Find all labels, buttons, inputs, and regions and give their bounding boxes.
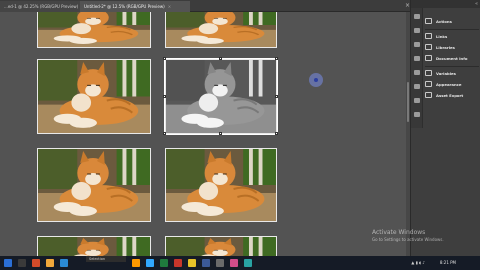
app-icon[interactable] <box>160 259 168 267</box>
start-icon[interactable] <box>4 259 12 267</box>
panel-header: « <box>411 0 480 8</box>
cat-photo[interactable] <box>165 236 277 256</box>
app-icon[interactable] <box>202 259 210 267</box>
cat-image <box>166 237 276 256</box>
app-icon[interactable] <box>60 259 68 267</box>
variables-icon <box>425 70 432 76</box>
tool-icon[interactable] <box>414 56 420 61</box>
document-tab-bar: ...ed-1 @ 42.25% (RGB/GPU Preview)× Unti… <box>0 0 410 12</box>
selection-handle[interactable] <box>275 57 278 60</box>
selection-handle[interactable] <box>163 95 166 98</box>
tab-label: Untitled-2* @ 12.5% (RGB/GPU Preview) <box>84 4 165 9</box>
search-icon[interactable] <box>18 259 26 267</box>
panel-item-actions[interactable]: Actions <box>425 16 480 26</box>
watermark-title: Activate Windows <box>372 229 426 236</box>
app-icon[interactable] <box>216 259 224 267</box>
right-panel-dock: « Actions Links Libraries Document Info … <box>410 0 480 256</box>
cat-photo[interactable] <box>37 59 151 134</box>
selection-handle[interactable] <box>163 57 166 60</box>
document-info-icon <box>425 55 432 61</box>
windows-taskbar: Selection ▲ ▮ ◖ ♪ 8:21 PM <box>0 256 480 270</box>
libraries-icon <box>425 44 432 50</box>
tool-icon[interactable] <box>414 98 420 103</box>
status-tool-indicator: Selection <box>86 256 126 262</box>
app-icon[interactable] <box>244 259 252 267</box>
panel-item-label: Libraries <box>436 44 455 50</box>
cat-photo-grayscale-selected[interactable] <box>164 58 278 135</box>
activate-windows-watermark: Activate Windows Go to Settings to activ… <box>372 229 444 242</box>
app-icon[interactable] <box>46 259 54 267</box>
appearance-icon <box>425 81 432 87</box>
divider <box>425 66 479 67</box>
panel-item-asset-export[interactable]: Asset Export <box>425 90 480 100</box>
cat-photo[interactable] <box>37 148 151 222</box>
scrollbar-thumb[interactable] <box>407 82 409 122</box>
asset-export-icon <box>425 92 432 98</box>
cat-photo[interactable] <box>165 12 277 48</box>
panel-item-label: Actions <box>436 18 452 24</box>
cat-photo[interactable] <box>37 12 151 48</box>
cat-image <box>38 237 150 256</box>
tool-icon[interactable] <box>414 84 420 89</box>
selection-handle[interactable] <box>219 132 222 135</box>
panel-item-appearance[interactable]: Appearance <box>425 79 480 89</box>
mouse-cursor-highlight <box>309 73 323 87</box>
tab-close-icon[interactable]: × <box>168 4 171 9</box>
actions-icon <box>425 18 432 24</box>
clock[interactable]: 8:21 PM <box>440 260 456 265</box>
system-tray[interactable]: ▲ ▮ ◖ ♪ <box>411 260 425 265</box>
tab-document-1[interactable]: ...ed-1 @ 42.25% (RGB/GPU Preview)× <box>0 1 80 12</box>
panel-item-label: Variables <box>436 70 456 76</box>
cat-image <box>166 60 276 133</box>
photoshop-icon[interactable] <box>146 259 154 267</box>
tab-document-2[interactable]: Untitled-2* @ 12.5% (RGB/GPU Preview) × <box>80 1 190 12</box>
cat-image <box>38 12 150 47</box>
panel-item-label: Links <box>436 33 448 39</box>
app-window: ...ed-1 @ 42.25% (RGB/GPU Preview)× Unti… <box>0 0 480 270</box>
tool-icon[interactable] <box>414 112 420 117</box>
selection-handle[interactable] <box>163 132 166 135</box>
tool-icon[interactable] <box>414 42 420 47</box>
tool-icon[interactable] <box>414 28 420 33</box>
app-icon[interactable] <box>174 259 182 267</box>
tool-icon[interactable] <box>414 14 420 19</box>
panel-item-links[interactable]: Links <box>425 31 480 41</box>
panel-item-libraries[interactable]: Libraries <box>425 42 480 52</box>
selection-handle[interactable] <box>275 132 278 135</box>
cat-image <box>166 12 276 47</box>
collapse-icon[interactable]: « <box>475 0 478 8</box>
tab-label: ...ed-1 @ 42.25% (RGB/GPU Preview) <box>4 4 79 9</box>
panel-item-label: Asset Export <box>436 92 464 98</box>
selection-handle[interactable] <box>275 95 278 98</box>
links-icon <box>425 33 432 39</box>
panel-item-label: Appearance <box>436 81 462 87</box>
divider <box>425 29 479 30</box>
cat-photo[interactable] <box>37 236 151 256</box>
cat-image <box>166 149 276 221</box>
panel-item-variables[interactable]: Variables <box>425 68 480 78</box>
panel-item-document-info[interactable]: Document Info <box>425 53 480 63</box>
cat-image <box>38 149 150 221</box>
panel-item-label: Document Info <box>436 55 468 61</box>
folder-icon[interactable] <box>188 259 196 267</box>
artboard-canvas[interactable] <box>0 12 410 256</box>
app-icon[interactable] <box>32 259 40 267</box>
watermark-subtitle: Go to Settings to activate Windows. <box>372 237 444 242</box>
selection-handle[interactable] <box>219 57 222 60</box>
app-icon[interactable] <box>230 259 238 267</box>
cat-photo[interactable] <box>165 148 277 222</box>
cat-image <box>38 60 150 133</box>
panel-icon-strip <box>411 8 423 128</box>
illustrator-icon[interactable] <box>132 259 140 267</box>
tool-icon[interactable] <box>414 70 420 75</box>
